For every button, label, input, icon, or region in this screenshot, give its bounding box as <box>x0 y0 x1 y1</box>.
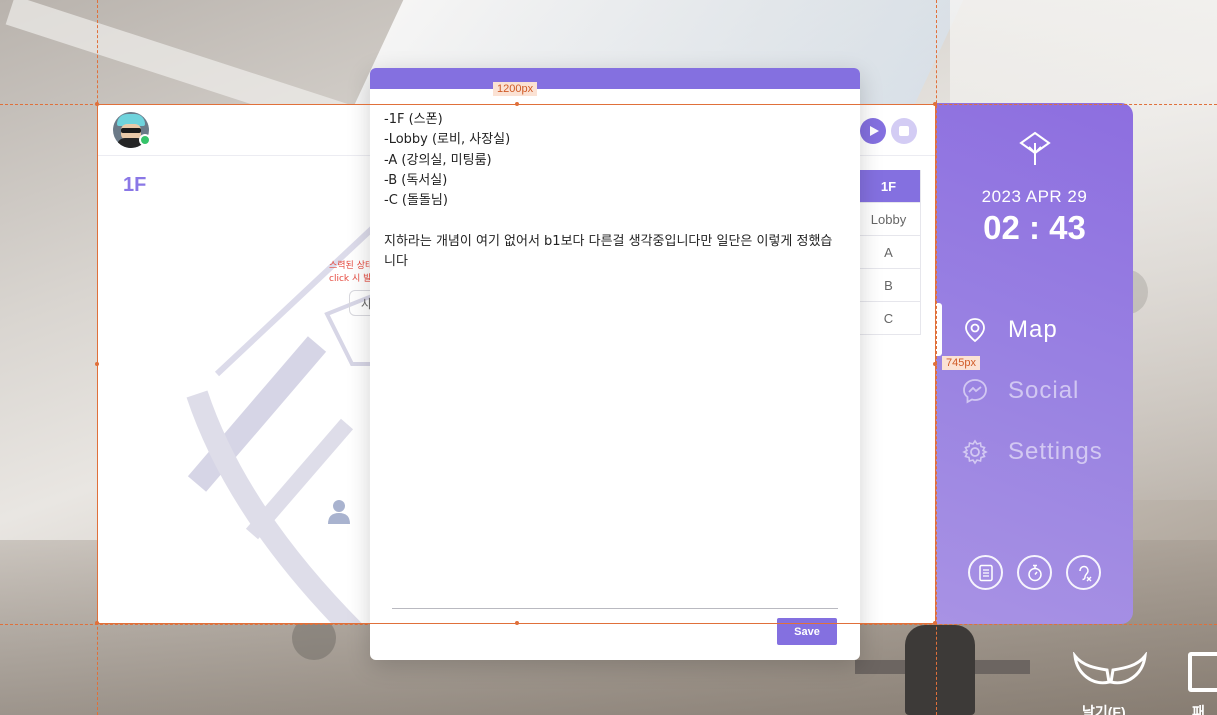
panel-icon[interactable] <box>1188 652 1217 692</box>
notes-button[interactable] <box>968 555 1003 590</box>
hearing-off-button[interactable] <box>1066 555 1101 590</box>
floor-title: 1F <box>123 174 147 196</box>
manta-ray-logo-icon <box>1019 131 1051 165</box>
sidebar-item-label: Map <box>1008 315 1058 343</box>
modal-divider <box>392 608 838 609</box>
floor-item-a[interactable]: A <box>857 236 921 269</box>
online-status-dot <box>139 134 151 146</box>
sidebar-nav: Map Social Settings <box>936 299 1133 482</box>
fly-label: 날기(F) <box>1082 704 1126 715</box>
save-button[interactable]: Save <box>777 618 837 645</box>
map-pin-icon <box>965 317 985 342</box>
width-label: 1200px <box>493 82 538 96</box>
wings-icon[interactable] <box>1073 652 1147 692</box>
stopwatch-button[interactable] <box>1017 555 1052 590</box>
sidebar-item-settings[interactable]: Settings <box>936 421 1133 482</box>
user-location-icon[interactable] <box>327 498 351 524</box>
sidebar-date: 2023 APR 29 <box>981 187 1088 206</box>
floor-item-b[interactable]: B <box>857 269 921 302</box>
stopwatch-icon <box>1027 564 1042 581</box>
floor-item-lobby[interactable]: Lobby <box>857 203 921 236</box>
stop-button[interactable] <box>891 118 917 144</box>
floor-item-1f[interactable]: 1F <box>857 170 921 203</box>
note-modal: -1F (스폰) -Lobby (로비, 사장실) -A (강의실, 미팅룸) … <box>370 68 860 660</box>
floor-item-c[interactable]: C <box>857 302 921 335</box>
hearing-off-icon <box>1078 565 1091 581</box>
messenger-icon <box>963 378 987 404</box>
background-person <box>905 625 975 715</box>
modal-header-bar[interactable] <box>370 68 860 89</box>
height-label: 745px <box>942 356 980 370</box>
sidebar-bottom-buttons <box>968 555 1101 590</box>
note-textarea[interactable]: -1F (스폰) -Lobby (로비, 사장실) -A (강의실, 미팅룸) … <box>384 110 844 272</box>
play-button[interactable] <box>860 118 886 144</box>
sidebar-time: 02 : 43 <box>983 209 1086 246</box>
notes-icon <box>978 564 993 581</box>
panel-label: 패널 <box>1192 704 1205 715</box>
sidebar-item-map[interactable]: Map <box>936 299 1133 360</box>
floor-list: 1F Lobby A B C <box>857 170 921 335</box>
gear-icon <box>962 439 988 464</box>
sidebar-item-label: Social <box>1008 376 1080 404</box>
guide-line <box>936 0 937 715</box>
sidebar-item-label: Settings <box>1008 437 1103 465</box>
guide-line <box>97 0 98 715</box>
avatar-glasses <box>121 128 141 133</box>
